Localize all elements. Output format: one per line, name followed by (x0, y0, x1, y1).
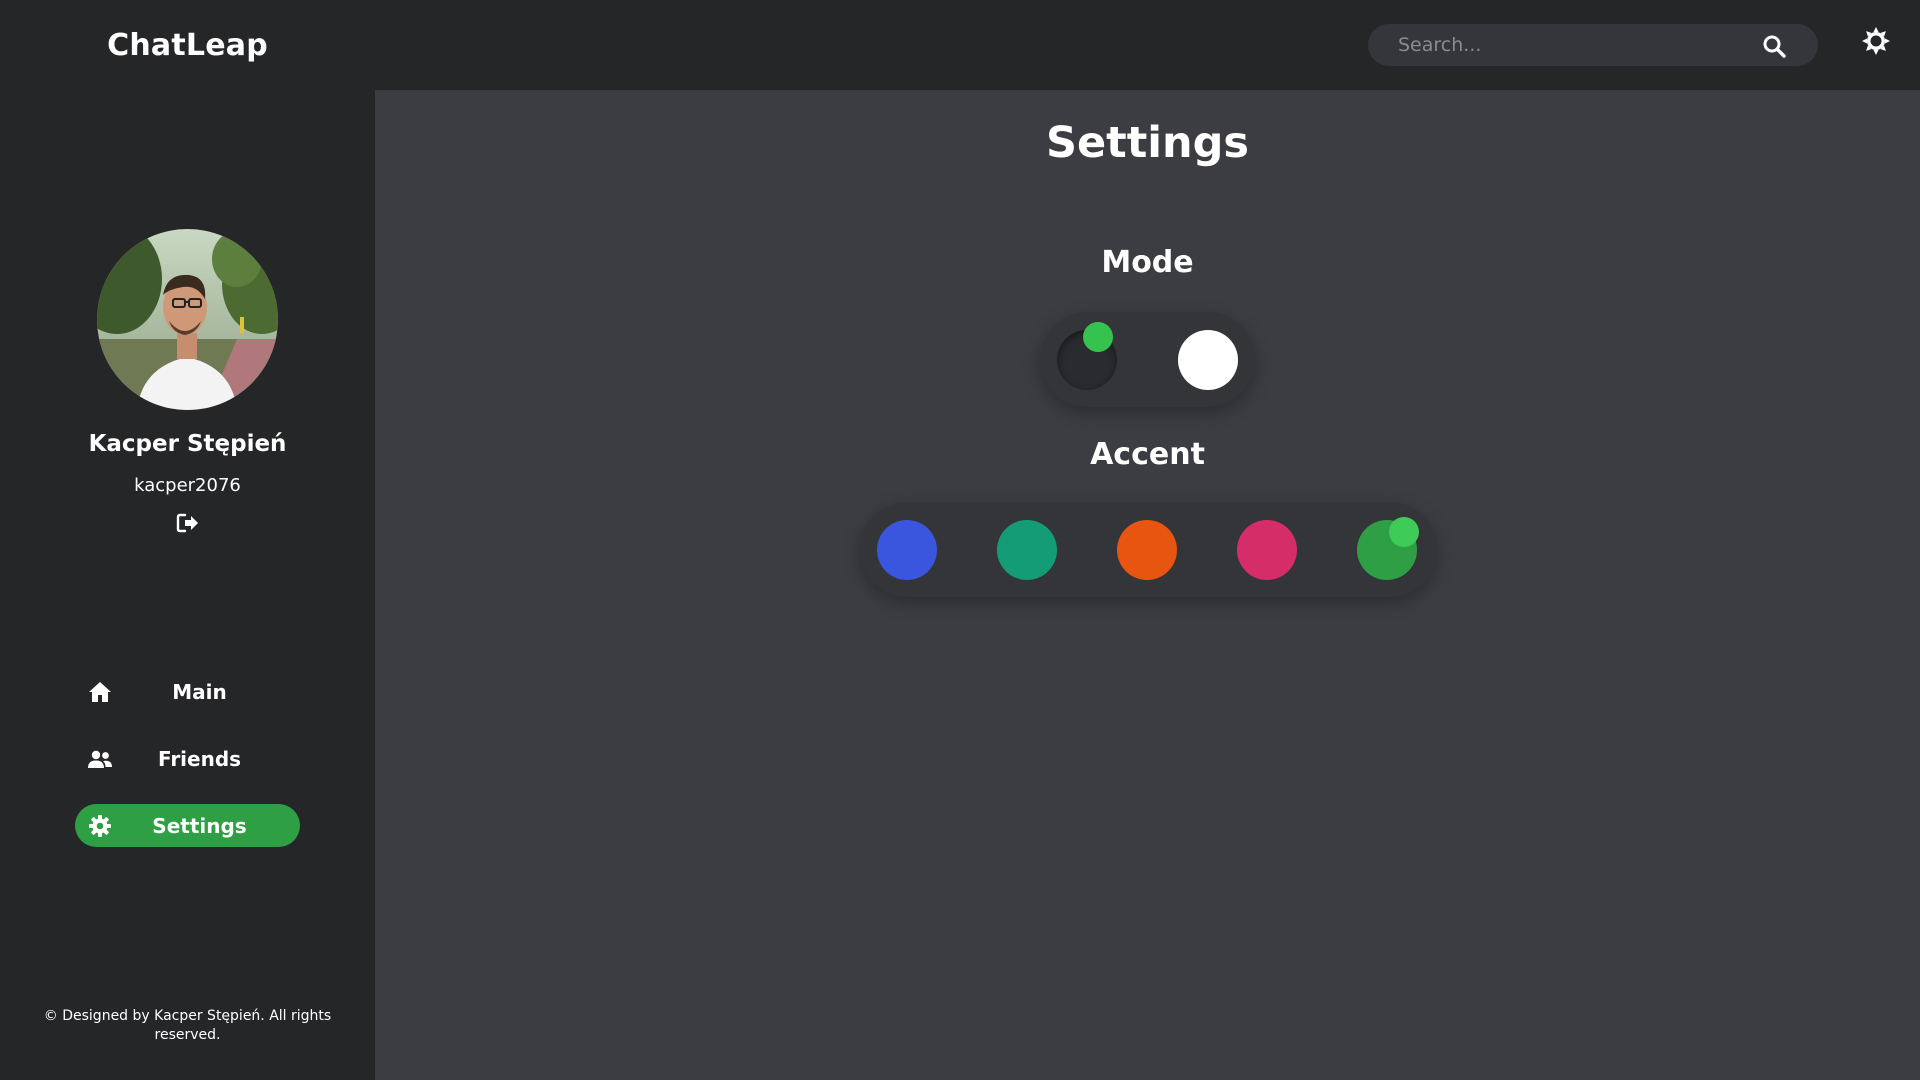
search-bar (1368, 24, 1818, 66)
sidebar-item-label: Friends (157, 746, 242, 771)
mode-heading: Mode (1101, 245, 1194, 280)
accent-picker (860, 502, 1437, 597)
selected-indicator (1083, 322, 1113, 352)
sign-out-icon[interactable] (176, 512, 200, 534)
selected-indicator (1389, 517, 1419, 547)
sidebar-item-main[interactable]: Main (75, 670, 300, 713)
sidebar-item-friends[interactable]: Friends (75, 737, 300, 780)
accent-swatch-blue[interactable] (877, 520, 937, 580)
sidebar-item-label: Settings (152, 813, 247, 838)
profile-username: kacper2076 (134, 475, 241, 496)
footer-copyright: © Designed by Kacper Stępień. All rights… (43, 1008, 332, 1043)
app-logo-title[interactable]: ChatLeap (0, 28, 375, 63)
profile-name: Kacper Stępień (88, 431, 287, 457)
sidebar: ChatLeap Kacper Stępień kacper2076 Main … (0, 0, 375, 1080)
accent-swatch-pink[interactable] (1237, 520, 1297, 580)
mode-switch (1040, 312, 1255, 407)
accent-heading: Accent (1090, 437, 1205, 472)
search-input[interactable] (1368, 24, 1758, 66)
accent-swatch-green[interactable] (1357, 517, 1419, 580)
sidebar-item-label: Main (172, 679, 227, 704)
search-icon[interactable] (1762, 34, 1786, 58)
sidebar-nav: Main Friends Settings (75, 670, 300, 871)
settings-panel: Settings Mode Accent (375, 90, 1920, 1080)
avatar (97, 229, 278, 410)
light-mode-option[interactable] (1178, 330, 1238, 390)
accent-swatch-teal[interactable] (997, 520, 1057, 580)
sun-icon[interactable] (1862, 27, 1890, 55)
accent-swatch-orange[interactable] (1117, 520, 1177, 580)
page-title: Settings (1046, 118, 1249, 168)
sidebar-item-settings[interactable]: Settings (75, 804, 300, 847)
